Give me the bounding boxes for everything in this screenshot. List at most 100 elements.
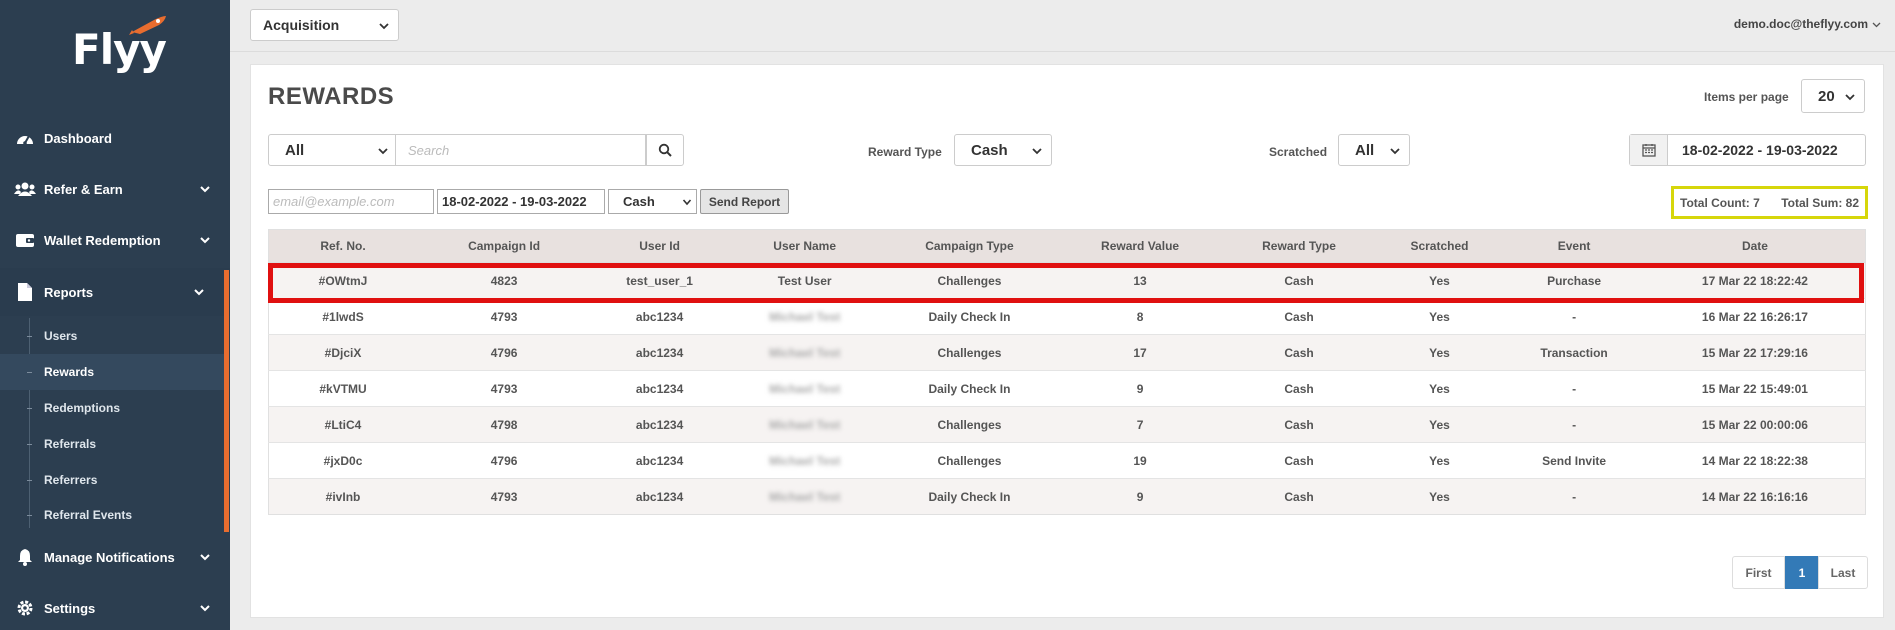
cell-text: abc1234 <box>635 381 684 396</box>
scratched-select[interactable]: All <box>1338 134 1410 166</box>
table-cell: Cash <box>1222 370 1376 407</box>
cell-text: Purchase <box>1547 273 1602 288</box>
sidebar-item-wallet-redemption[interactable]: Wallet Redemption <box>0 216 230 264</box>
table-cell: - <box>1503 478 1645 515</box>
search-field-value: All <box>285 141 305 159</box>
cell-text: Send Invite <box>1542 453 1607 468</box>
table-cell: #1lwdS <box>268 298 418 335</box>
cell-text: Challenges <box>937 273 1002 288</box>
cell-text: Yes <box>1429 453 1450 468</box>
table-cell: 19 <box>1057 442 1223 479</box>
app-selector-dropdown[interactable]: Acquisition <box>250 9 399 41</box>
page-title: REWARDS <box>268 83 395 110</box>
sidebar-item-label: Manage Notifications <box>44 549 175 565</box>
table-cell: 9 <box>1057 370 1223 407</box>
table-cell: - <box>1503 406 1645 443</box>
app-selector-value: Acquisition <box>263 17 340 33</box>
bullet <box>27 407 32 409</box>
sidebar-subitem-redemptions[interactable]: Redemptions <box>0 390 224 426</box>
table-cell: 14 Mar 22 18:22:38 <box>1644 442 1866 479</box>
sidebar-subitem-referral-events[interactable]: Referral Events <box>0 497 224 533</box>
table-cell: test_user_1 <box>591 262 729 299</box>
table-cell: 15 Mar 22 17:29:16 <box>1644 334 1866 371</box>
sidebar-item-manage-notifications[interactable]: Manage Notifications <box>0 533 230 581</box>
table-cell: Cash <box>1222 334 1376 371</box>
user-name-redacted: Michael Test <box>769 417 841 432</box>
sidebar-subitem-referrals[interactable]: Referrals <box>0 426 224 462</box>
table-cell: Michael Test <box>728 370 882 407</box>
cell-text: 15 Mar 22 15:49:01 <box>1701 381 1808 396</box>
items-per-page-select[interactable]: 20 <box>1801 79 1865 113</box>
cell-text: - <box>1572 309 1577 324</box>
table-cell: 4793 <box>417 478 592 515</box>
sidebar-item-dashboard[interactable]: Dashboard <box>0 114 230 162</box>
search-button[interactable] <box>646 134 684 166</box>
table-cell: Cash <box>1222 298 1376 335</box>
cell-text: 4793 <box>490 489 518 504</box>
report-type-select[interactable]: Cash <box>608 189 697 214</box>
gear-icon <box>14 597 36 619</box>
pagination-page-1[interactable]: 1 <box>1785 556 1819 589</box>
table-cell: Yes <box>1375 370 1504 407</box>
column-header: User Id <box>591 229 729 263</box>
flyy-logo[interactable]: Flyy <box>70 14 170 74</box>
search-icon <box>658 143 672 157</box>
sidebar-item-reports[interactable]: Reports <box>0 268 230 316</box>
column-header: User Name <box>728 229 882 263</box>
cell-text: Yes <box>1429 381 1450 396</box>
table-cell: 4823 <box>417 262 592 299</box>
report-email-field[interactable] <box>268 189 434 214</box>
user-email: demo.doc@theflyy.com <box>1733 17 1868 31</box>
pagination-first-button[interactable]: First <box>1732 556 1785 589</box>
report-date-range-field[interactable] <box>437 189 605 214</box>
table-cell: 7 <box>1057 406 1223 443</box>
sidebar-item-settings[interactable]: Settings <box>0 584 230 630</box>
table-cell: Challenges <box>881 442 1058 479</box>
column-header: Ref. No. <box>268 229 418 263</box>
table-cell: 4793 <box>417 370 592 407</box>
dashboard-icon <box>14 127 36 149</box>
sidebar-subitem-label: Referral Events <box>44 508 133 522</box>
total-sum: Total Sum: 82 <box>1781 195 1859 210</box>
cell-text: Cash <box>1284 273 1314 288</box>
cell-text: 14 Mar 22 18:22:38 <box>1701 453 1808 468</box>
table-cell: abc1234 <box>591 298 729 335</box>
sidebar-subitem-users[interactable]: Users <box>0 318 224 354</box>
sidebar-subitem-referrers[interactable]: Referrers <box>0 462 224 498</box>
cell-text: Yes <box>1429 417 1450 432</box>
date-range-picker[interactable]: 18-02-2022 - 19-03-2022 <box>1629 134 1866 166</box>
sidebar-subitem-rewards[interactable]: Rewards <box>0 354 224 390</box>
sidebar: Flyy Dashboard Refer & Earn Wallet Redem… <box>0 0 230 630</box>
sidebar-item-refer-earn[interactable]: Refer & Earn <box>0 165 230 213</box>
table-cell: abc1234 <box>591 334 729 371</box>
send-report-button[interactable]: Send Report <box>700 189 789 214</box>
cell-text: 17 Mar 22 18:22:42 <box>1701 273 1808 288</box>
cell-text: 7 <box>1136 417 1144 432</box>
sidebar-item-label: Refer & Earn <box>44 181 123 197</box>
items-per-page-label: Items per page <box>1704 90 1789 104</box>
reward-type-select[interactable]: Cash <box>954 134 1052 166</box>
cell-text: #1lwdS <box>322 309 364 324</box>
cell-text: Cash <box>1284 345 1314 360</box>
table-cell: 4796 <box>417 442 592 479</box>
search-input[interactable] <box>396 134 646 166</box>
cell-text: #DjciX <box>324 345 362 360</box>
user-menu[interactable]: demo.doc@theflyy.com <box>1734 17 1881 31</box>
cell-text: Yes <box>1429 489 1450 504</box>
cell-text: abc1234 <box>635 453 684 468</box>
cell-text: - <box>1572 489 1577 504</box>
table-cell: Cash <box>1222 442 1376 479</box>
cell-text: 15 Mar 22 17:29:16 <box>1701 345 1808 360</box>
pagination-last-button[interactable]: Last <box>1818 556 1868 589</box>
cell-text: abc1234 <box>635 417 684 432</box>
table-cell: Cash <box>1222 262 1376 299</box>
cell-text: abc1234 <box>635 489 684 504</box>
search-field-select[interactable]: All <box>268 134 396 166</box>
table-row: #DjciX 4796 abc1234 Michael Test Challenges 1… <box>268 334 1866 371</box>
cell-text: #LtiC4 <box>324 417 362 432</box>
chevron-down-icon <box>1845 94 1855 101</box>
chevron-down-icon <box>200 554 210 561</box>
cell-text: 15 Mar 22 00:00:06 <box>1701 417 1808 432</box>
cell-text: 4796 <box>490 453 518 468</box>
table-cell: 4798 <box>417 406 592 443</box>
